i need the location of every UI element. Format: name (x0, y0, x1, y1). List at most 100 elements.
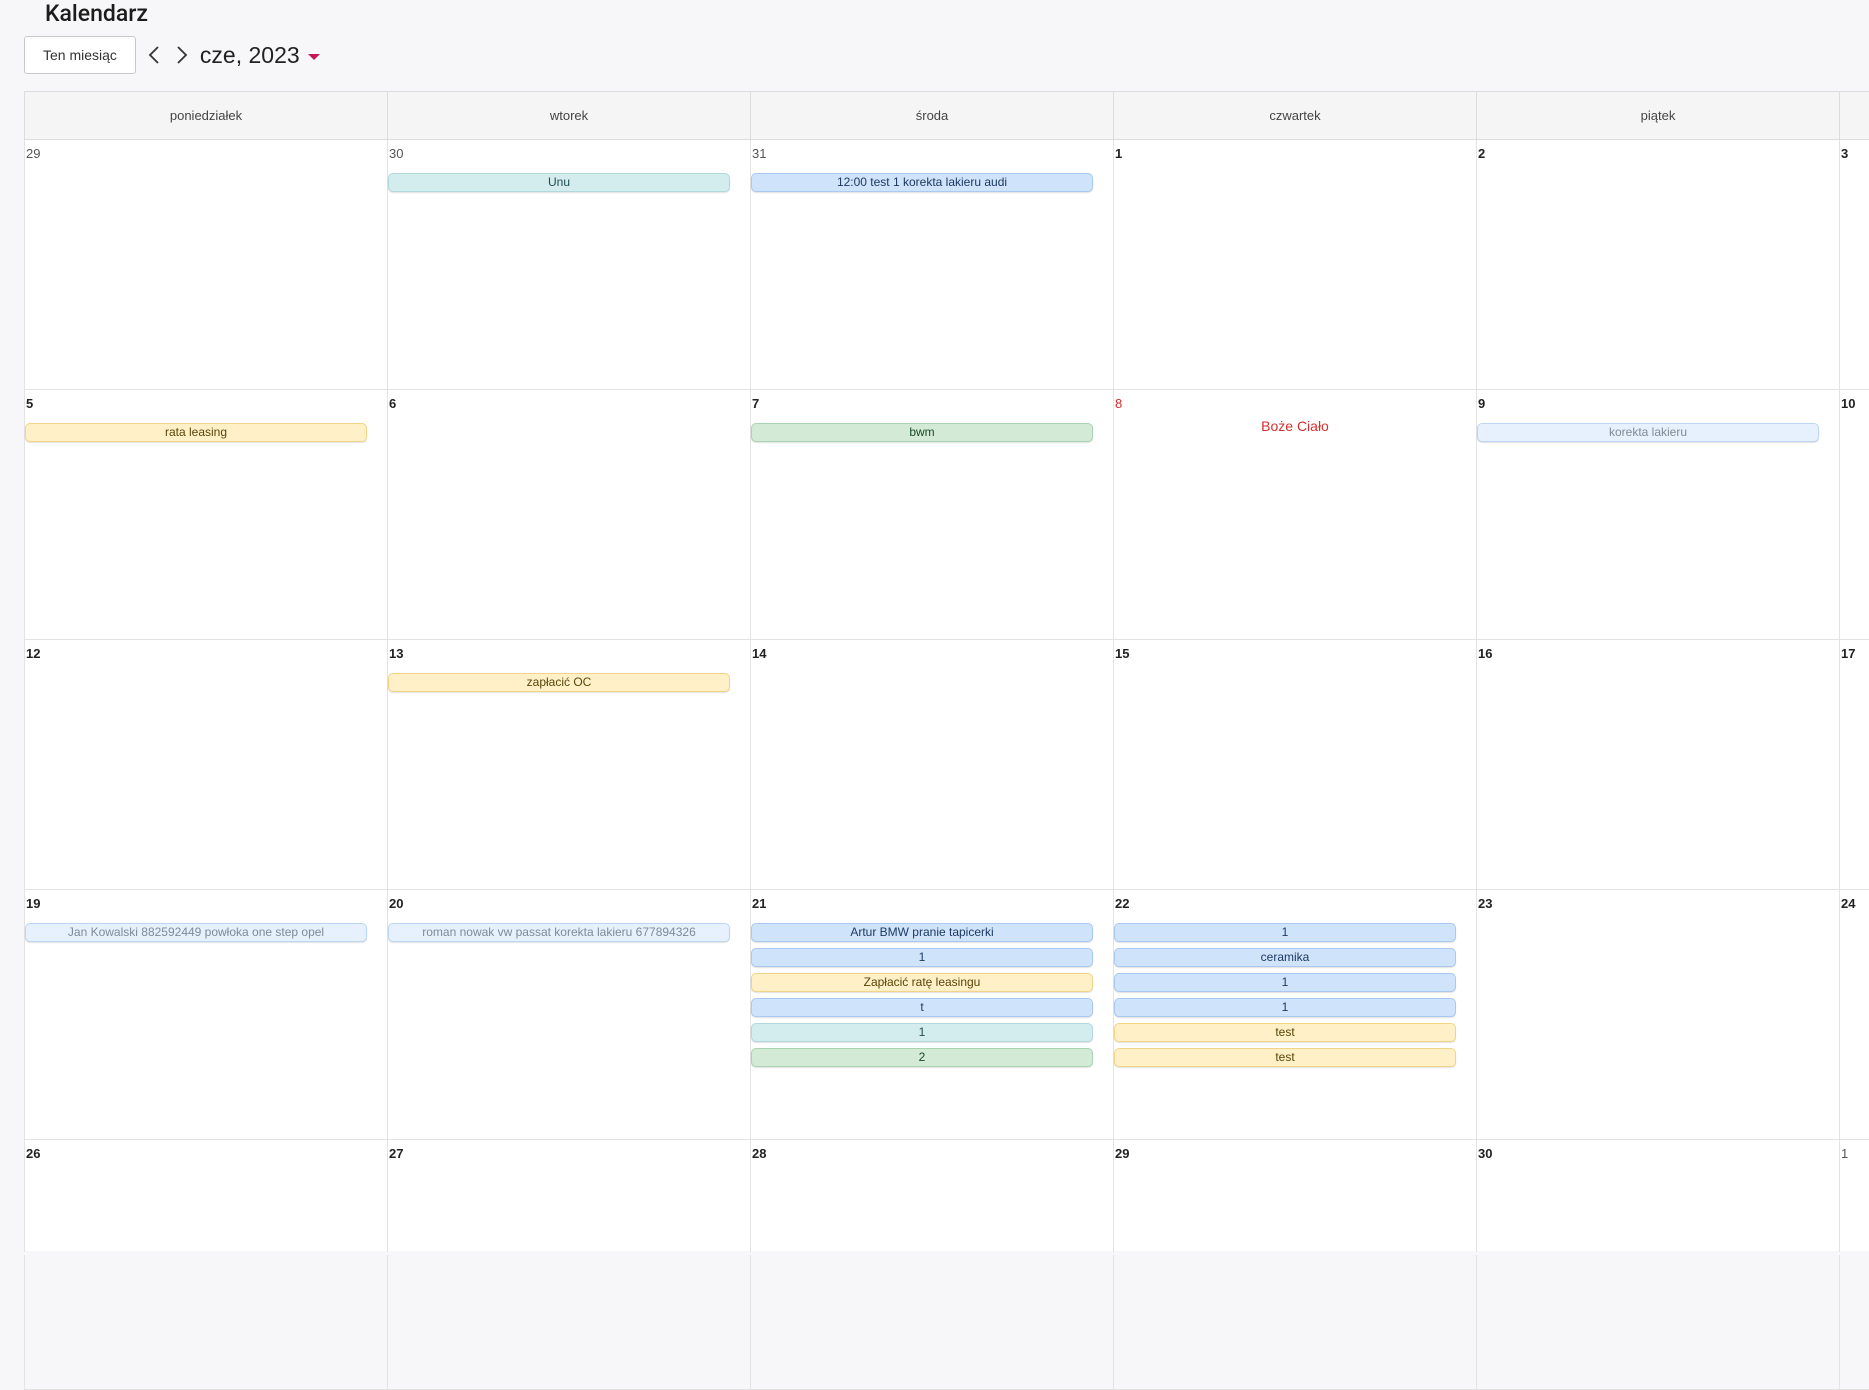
day-number[interactable]: 6 (389, 396, 396, 411)
day-cell[interactable]: 9 korekta lakieru (1476, 390, 1839, 640)
day-number[interactable]: 2 (1478, 146, 1485, 161)
holiday-label: Boże Ciało (1261, 418, 1329, 434)
calendar-event[interactable]: Unu (388, 173, 730, 192)
day-cell[interactable]: 20 roman nowak vw passat korekta lakieru … (387, 890, 750, 1140)
day-cell[interactable]: 29 (1113, 1140, 1476, 1390)
day-cell[interactable]: 30 (1476, 1140, 1839, 1390)
day-cell[interactable]: 19 Jan Kowalski 882592449 powłoka one ste… (24, 890, 387, 1140)
day-number[interactable]: 30 (389, 146, 403, 161)
calendar-event[interactable]: Artur BMW pranie tapicerki (751, 923, 1093, 942)
calendar-grid: poniedziałek wtorek środa czwartek piątek 29… (24, 91, 1869, 1390)
day-cell[interactable]: 27 (387, 1140, 750, 1390)
day-number[interactable]: 9 (1478, 396, 1485, 411)
day-cell[interactable]: 2 (1476, 140, 1839, 390)
week-row: 26 27 28 29 30 1 (24, 1140, 1869, 1390)
day-cell[interactable]: 6 (387, 390, 750, 640)
day-number[interactable]: 14 (752, 646, 766, 661)
day-number[interactable]: 1 (1841, 1146, 1848, 1161)
day-number[interactable]: 17 (1841, 646, 1855, 661)
week-row: 12 13 zapłacić OC 14 15 16 17 (24, 640, 1869, 890)
calendar-event[interactable]: zapłacić OC (388, 673, 730, 692)
day-number[interactable]: 30 (1478, 1146, 1492, 1161)
week-row: 29 30 Unu 31 12:00 test 1 korekta lakieru au… (24, 140, 1869, 390)
day-cell[interactable]: 10 (1839, 390, 1869, 640)
day-cell[interactable]: 15 (1113, 640, 1476, 890)
day-cell[interactable]: 16 (1476, 640, 1839, 890)
weekday-header-4: czwartek (1113, 92, 1476, 139)
weekday-header-3: środa (750, 92, 1113, 139)
calendar-event[interactable]: 12:00 test 1 korekta lakieru audi (751, 173, 1093, 192)
day-number[interactable]: 29 (1115, 1146, 1129, 1161)
day-number[interactable]: 22 (1115, 896, 1129, 911)
calendar-event[interactable]: Jan Kowalski 882592449 powłoka one step … (25, 923, 367, 942)
calendar-event[interactable]: t (751, 998, 1093, 1017)
calendar-event[interactable]: 1 (1114, 923, 1456, 942)
day-number[interactable]: 10 (1841, 396, 1855, 411)
calendar-event[interactable]: test (1114, 1048, 1456, 1067)
day-number[interactable]: 19 (26, 896, 40, 911)
day-cell[interactable]: 3 (1839, 140, 1869, 390)
day-cell[interactable]: 28 (750, 1140, 1113, 1390)
calendar-toolbar: Ten miesiąc cze, 2023 (24, 35, 320, 75)
day-cell[interactable]: 26 (24, 1140, 387, 1390)
day-number[interactable]: 15 (1115, 646, 1129, 661)
day-number[interactable]: 5 (26, 396, 33, 411)
day-cell[interactable]: 31 12:00 test 1 korekta lakieru audi (750, 140, 1113, 390)
next-month-button[interactable] (170, 40, 194, 70)
day-number[interactable]: 12 (26, 646, 40, 661)
day-number[interactable]: 13 (389, 646, 403, 661)
calendar-event[interactable]: ceramika (1114, 948, 1456, 967)
page-title: Kalendarz (45, 0, 148, 27)
previous-month-button[interactable] (142, 40, 166, 70)
day-number[interactable]: 3 (1841, 146, 1848, 161)
calendar-event[interactable]: 1 (1114, 998, 1456, 1017)
calendar-event[interactable]: roman nowak vw passat korekta lakieru 67… (388, 923, 730, 942)
calendar-event[interactable]: rata leasing (25, 423, 367, 442)
day-cell[interactable]: 17 (1839, 640, 1869, 890)
day-number[interactable]: 7 (752, 396, 759, 411)
calendar-event[interactable]: 1 (1114, 973, 1456, 992)
weekday-header-row: poniedziałek wtorek środa czwartek piątek (24, 91, 1869, 140)
weekday-header-1: poniedziałek (24, 92, 387, 139)
calendar-event[interactable]: Zapłacić ratę leasingu (751, 973, 1093, 992)
this-month-button[interactable]: Ten miesiąc (24, 36, 136, 74)
day-cell[interactable]: 24 (1839, 890, 1869, 1140)
day-number[interactable]: 20 (389, 896, 403, 911)
day-number[interactable]: 28 (752, 1146, 766, 1161)
day-number[interactable]: 24 (1841, 896, 1855, 911)
calendar-event[interactable]: 1 (751, 948, 1093, 967)
day-cell[interactable]: 5 rata leasing (24, 390, 387, 640)
day-cell[interactable]: 13 zapłacić OC (387, 640, 750, 890)
day-number[interactable]: 26 (26, 1146, 40, 1161)
day-cell[interactable]: 7 bwm (750, 390, 1113, 640)
day-number[interactable]: 29 (26, 146, 40, 161)
day-cell[interactable]: 1 (1839, 1140, 1869, 1390)
weekday-header-5: piątek (1476, 92, 1839, 139)
calendar-event[interactable]: bwm (751, 423, 1093, 442)
calendar-event[interactable]: 2 (751, 1048, 1093, 1067)
caret-down-icon[interactable] (307, 54, 320, 60)
calendar-event[interactable]: test (1114, 1023, 1456, 1042)
day-cell[interactable]: 12 (24, 640, 387, 890)
week-row: 19 Jan Kowalski 882592449 powłoka one ste… (24, 890, 1869, 1140)
day-number[interactable]: 1 (1115, 146, 1122, 161)
day-number[interactable]: 21 (752, 896, 766, 911)
day-number[interactable]: 8 (1115, 396, 1122, 411)
day-cell[interactable]: 29 (24, 140, 387, 390)
day-number[interactable]: 16 (1478, 646, 1492, 661)
day-cell[interactable]: 21 Artur BMW pranie tapicerki 1 Zapłacić ra… (750, 890, 1113, 1140)
day-cell[interactable]: 30 Unu (387, 140, 750, 390)
chevron-right-icon (177, 46, 188, 64)
day-cell[interactable]: 1 (1113, 140, 1476, 390)
calendar-event[interactable]: 1 (751, 1023, 1093, 1042)
weekday-header-partial (1839, 92, 1869, 139)
day-number[interactable]: 23 (1478, 896, 1492, 911)
day-number[interactable]: 31 (752, 146, 766, 161)
day-cell[interactable]: 8 Boże Ciało (1113, 390, 1476, 640)
day-cell[interactable]: 14 (750, 640, 1113, 890)
calendar-event[interactable]: korekta lakieru (1477, 423, 1819, 442)
month-year-label[interactable]: cze, 2023 (200, 35, 300, 75)
day-cell[interactable]: 23 (1476, 890, 1839, 1140)
day-cell[interactable]: 22 1 ceramika 1 1 test test (1113, 890, 1476, 1140)
day-number[interactable]: 27 (389, 1146, 403, 1161)
